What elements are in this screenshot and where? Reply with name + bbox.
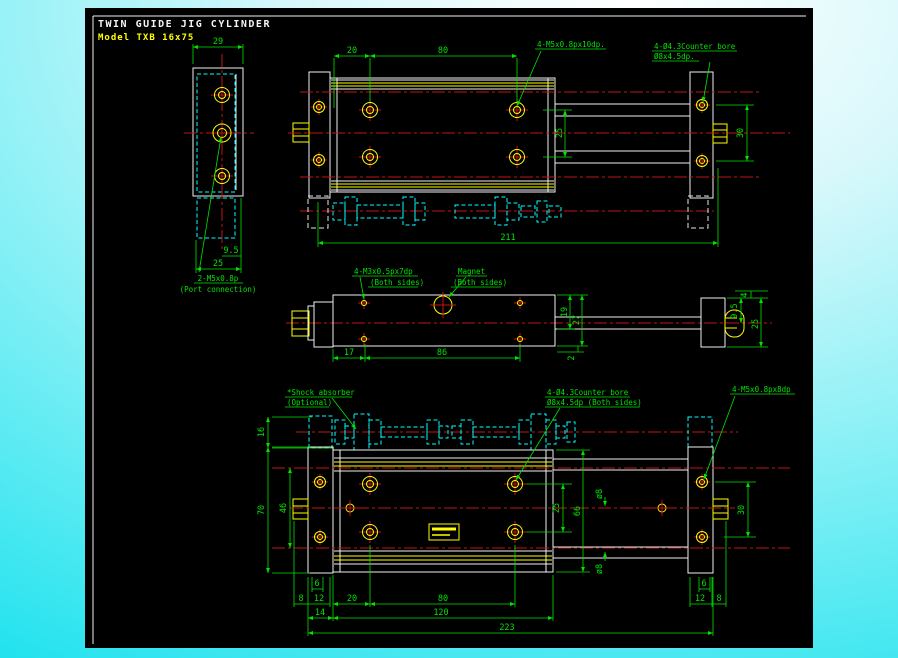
dim-side-27: 27 bbox=[572, 315, 582, 325]
dim-end-base: 25 bbox=[213, 259, 223, 269]
desktop: { "title": { "line1": "TWIN GUIDE JIG CY… bbox=[0, 0, 898, 658]
cad-drawing-canvas: TWIN GUIDE JIG CYLINDER Model TXB 16x75 … bbox=[85, 8, 813, 648]
rod-end-circle-left bbox=[342, 500, 358, 516]
end-view: 29 9.5 25 2-M5x0.8p (Port connection) bbox=[180, 37, 257, 294]
dim-end-width: 29 bbox=[213, 37, 223, 47]
label-port-connection-2: (Port connection) bbox=[180, 285, 257, 294]
bottom-view: *Shock absorber (Optional) 16 bbox=[257, 385, 795, 636]
dim-end-port-offset: 9.5 bbox=[223, 246, 238, 256]
dim-bottom-12-left: 12 bbox=[314, 594, 324, 604]
dim-bottom-6-right: 6 bbox=[701, 579, 706, 589]
dim-bottom-16: 16 bbox=[257, 427, 267, 437]
dim-top-hole-rows: 25 bbox=[555, 128, 565, 138]
label-top-cbore-1: 4-Ø4.3Counter bore bbox=[654, 42, 736, 51]
dim-top-hole-start: 20 bbox=[347, 46, 357, 56]
drawing-title: TWIN GUIDE JIG CYLINDER bbox=[98, 19, 271, 30]
label-magnet-1: Magnet bbox=[458, 267, 485, 276]
label-side-tap-1: 4-M3x0.5px7dp bbox=[354, 267, 413, 276]
label-bottom-tap: 4-M5x0.8px8dp bbox=[732, 385, 791, 394]
drawing-model: Model TXB 16x75 bbox=[98, 33, 194, 43]
dim-side-4: 4 bbox=[740, 292, 750, 297]
dim-bottom-30: 30 bbox=[737, 505, 747, 515]
dim-bottom-223: 223 bbox=[499, 623, 514, 633]
top-view: 20 80 4-M5x0.8px10dp. 4-Ø4.3Counter bore… bbox=[288, 40, 790, 247]
dim-rod-dia-top: ø8 bbox=[595, 489, 605, 499]
dim-side-9-5: 9.5 bbox=[730, 303, 740, 318]
dim-bottom-12-right: 12 bbox=[695, 594, 705, 604]
nameplate bbox=[429, 524, 459, 540]
label-side-tap-2: (Both sides) bbox=[370, 278, 424, 287]
port-fitting-left-bottom bbox=[293, 499, 308, 519]
label-bottom-cbore-1: 4-Ø4.3Counter bore bbox=[547, 388, 629, 397]
dim-bottom-6-left: 6 bbox=[314, 579, 319, 589]
label-top-tap: 4-M5x0.8px10dp. bbox=[537, 40, 605, 49]
label-bottom-cbore-2: Ø8x4.5dp (Both sides) bbox=[547, 398, 642, 407]
dim-bottom-25: 25 bbox=[552, 503, 562, 513]
label-shock-absorber-2: (Optional) bbox=[287, 398, 332, 407]
label-shock-absorber-1: *Shock absorber bbox=[287, 388, 355, 397]
dim-side-17: 17 bbox=[344, 348, 354, 358]
dim-top-total: 211 bbox=[500, 233, 515, 243]
dim-bottom-120: 120 bbox=[433, 608, 448, 618]
label-port-connection-1: 2-M5x0.8p bbox=[198, 274, 239, 283]
dim-side-2: 2 bbox=[567, 355, 577, 360]
dim-bottom-70: 70 bbox=[257, 505, 267, 515]
dim-bottom-8-right: 8 bbox=[716, 594, 721, 604]
rod-end-circle-right bbox=[654, 500, 670, 516]
dim-bottom-20: 20 bbox=[347, 594, 357, 604]
dim-top-hole-span: 80 bbox=[438, 46, 448, 56]
side-view: 4-M3x0.5px7dp (Both sides) Magnet (Both … bbox=[286, 267, 772, 362]
dim-bottom-66: 66 bbox=[573, 506, 583, 516]
port-fitting-right-bottom bbox=[713, 499, 728, 519]
dim-side-19: 19 bbox=[560, 307, 570, 317]
dim-side-25: 25 bbox=[751, 319, 761, 329]
magnet-hole bbox=[430, 292, 456, 318]
dim-side-86: 86 bbox=[437, 348, 447, 358]
dim-bottom-14: 14 bbox=[315, 608, 325, 618]
dim-bottom-8-left: 8 bbox=[298, 594, 303, 604]
cad-viewport[interactable]: TWIN GUIDE JIG CYLINDER Model TXB 16x75 … bbox=[85, 8, 813, 648]
dim-top-plate-holes: 30 bbox=[736, 128, 746, 138]
dim-bottom-46: 46 bbox=[279, 503, 289, 513]
dim-rod-dia-bottom: ø8 bbox=[595, 564, 605, 574]
label-top-cbore-2: Ø8x4.5dp. bbox=[654, 52, 695, 61]
dim-bottom-80: 80 bbox=[438, 594, 448, 604]
